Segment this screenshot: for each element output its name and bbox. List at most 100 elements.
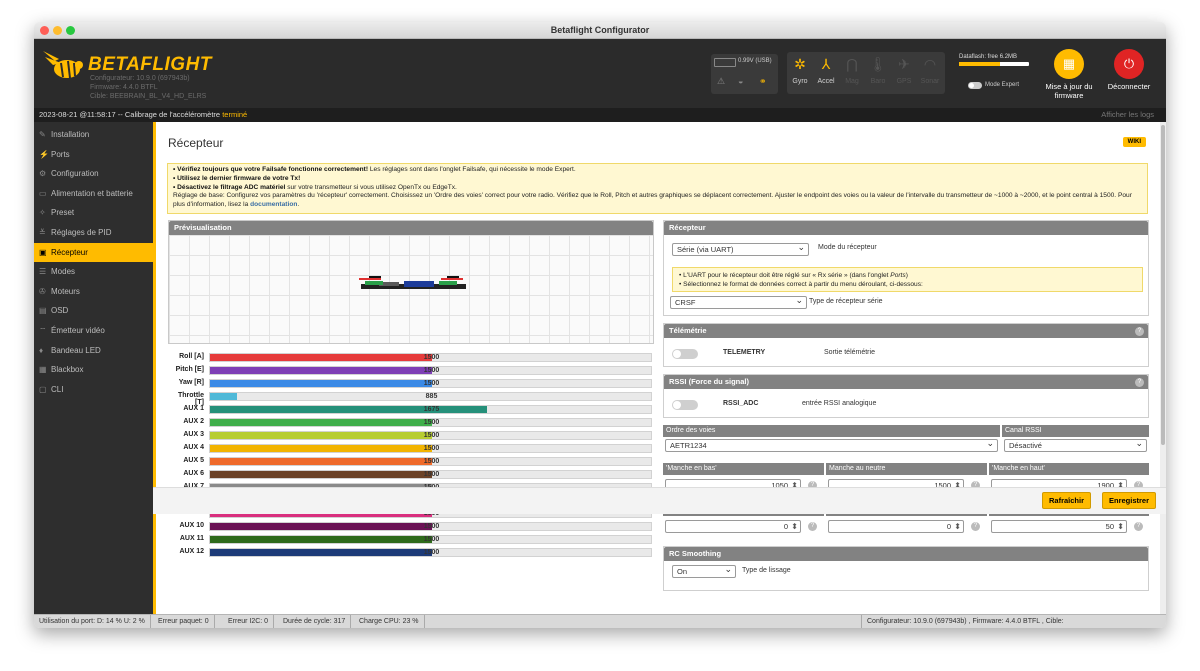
throttle-deadband-input[interactable]: 50 [991,520,1127,533]
channel-value: 1500 [423,432,440,439]
channel-bar: 1500 [209,353,652,362]
dataflash-label: Dataflash: free 6.2MB [959,54,1018,60]
scroll-thumb[interactable] [1161,125,1165,445]
channel-bar: 1500 [209,431,652,440]
sidebar-item-label: Réglages de PID [51,227,112,237]
sidebar-item-label: Installation [51,130,90,139]
sidebar-item-label: Blackbox [51,365,84,375]
telemetry-toggle[interactable] [672,349,698,359]
channel-bar: 885 [209,392,652,401]
channel-bar-fill [210,393,237,400]
receiver-panel-title: Récepteur [664,221,1148,235]
wrench-icon: ✎ [39,130,46,139]
channel-label: AUX 2 [183,418,204,425]
smoothing-type-select[interactable]: On [672,564,736,578]
channel-bar: 1500 [209,457,652,466]
sensor-label: Baro [870,78,886,85]
channel-bar-fill [210,458,432,465]
sidebar-item-configuration[interactable]: ⚙ Configuration [34,164,153,184]
update-firmware-label: Mise à jour du firmware [1045,82,1093,100]
sidebar-item-label: Moteurs [51,286,80,296]
channel-row: Roll [A] 1500 [168,351,654,364]
sensor-mag: ⋂ Mag [839,52,865,94]
log-highlight: terminé [222,110,248,119]
update-firmware-button[interactable]: ▦ Mise à jour du firmware [1039,49,1099,100]
channel-map-select[interactable]: AETR1234 [665,438,998,452]
help-icon[interactable]: ? [1134,522,1143,531]
yaw-deadband-input[interactable]: 0 [828,520,964,533]
channel-bar-fill [210,549,432,556]
channel-bar: 1500 [209,418,652,427]
channel-map-label: Ordre des voies [663,425,1000,437]
sidebar-item-installation[interactable]: ✎ Installation [34,125,153,145]
battery-panel: 0.99V (USB) ⚠ ◒ ⚭ [711,54,778,94]
note-firmware-warning: • Utilisez le dernier firmware de votre … [173,174,301,182]
channel-bar: 1675 [209,405,652,414]
channel-label: Roll [A] [179,353,204,360]
sidebar-item-led[interactable]: ♦ Bandeau LED [34,341,153,361]
rssi-channel-select[interactable]: Désactivé [1004,438,1147,452]
wiki-button[interactable]: WIKI [1122,137,1146,147]
gear-icon: ⚙ [39,169,47,179]
version-info: Configurateur: 10.9.0 (697943b) , Firmwa… [861,615,1166,628]
disconnect-button[interactable]: ⏻ Déconnecter [1104,49,1154,91]
title-bar: Betaflight Configurator [34,22,1166,39]
sensor-status: ✲ Gyro ⅄ Accel ⋂ Mag 🌡 Baro ✈ GPS ◠ Sonar [787,52,945,94]
rssi-channel-label: Canal RSSI [1002,425,1149,437]
rc-deadband-input[interactable]: 0 [665,520,801,533]
sidebar-item-osd[interactable]: ▤ OSD [34,301,153,321]
rssi-adc-toggle[interactable] [672,400,698,410]
sidebar-item-vtx[interactable]: ⌔ Émetteur vidéo [34,321,153,341]
channel-value: 1675 [423,406,440,413]
model-preview[interactable] [169,235,653,343]
usb-disconnect-icon: ⏻ [1114,49,1144,79]
channel-label: Yaw [R] [178,379,204,386]
stick-max-label: 'Manche en haut' [989,463,1149,475]
sidebar-item-cli[interactable]: ▢ CLI [34,380,153,400]
channel-row: AUX 1 1675 [168,403,654,416]
help-icon[interactable]: ? [808,522,817,531]
board-target: Cible: BEEBRAIN_BL_V4_HD_ELRS [90,93,207,100]
gyro-icon: ✲ [794,56,806,72]
sidebar-item-ports[interactable]: ⚡ Ports [34,145,153,165]
note-text: sur votre transmetteur si vous utilisez … [285,183,457,191]
help-icon[interactable]: ? [971,522,980,531]
cli-icon: ▢ [39,384,47,394]
channel-row: AUX 3 1500 [168,429,654,442]
sidebar-item-pid[interactable]: ≚ Réglages de PID [34,223,153,243]
sidebar-item-power[interactable]: ▭ Alimentation et batterie [34,184,153,204]
channel-value: 1500 [423,458,440,465]
rssi-feature-desc: entrée RSSI analogique [802,400,877,407]
warning-icon: ⚠ [717,76,726,86]
documentation-link[interactable]: documentation [250,201,297,208]
channel-label: AUX 11 [179,535,204,542]
sidebar-item-modes[interactable]: ☰ Modes [34,262,153,282]
preview-panel: Prévisualisation [168,220,654,344]
channel-value: 1500 [423,523,440,530]
sidebar-item-preset[interactable]: ✧ Preset [34,203,153,223]
save-button[interactable]: Enregistrer [1102,492,1157,509]
refresh-button[interactable]: Rafraîchir [1042,492,1092,509]
help-icon[interactable]: ? [1135,378,1144,387]
sidebar-item-label: Preset [51,208,75,218]
show-logs-link[interactable]: Afficher les logs [1101,108,1154,122]
channel-value: 1500 [423,419,440,426]
receiver-note-text: • Sélectionnez le format de données corr… [679,281,923,288]
magic-icon: ✧ [39,208,46,218]
channel-row: AUX 10 1500 [168,520,654,533]
osd-icon: ▤ [39,306,47,316]
sidebar-item-motors[interactable]: ✇ Moteurs [34,282,153,302]
channel-bar: 1500 [209,444,652,453]
bee-logo-icon [43,51,83,79]
receiver-mode-select[interactable]: Série (via UART) [672,242,809,256]
channel-label: AUX 6 [183,470,204,477]
serial-provider-select[interactable]: CRSF [670,295,807,309]
main-scrollbar[interactable] [1160,122,1166,614]
sidebar-item-receiver[interactable]: ▣ Récepteur [34,242,153,263]
stick-min-label: 'Manche en bas' [663,463,824,475]
help-icon[interactable]: ? [1135,327,1144,336]
sidebar-item-blackbox[interactable]: ▦ Blackbox [34,360,153,380]
expert-mode-toggle[interactable] [968,82,982,89]
channel-value: 1500 [423,367,440,374]
serial-provider-label: Type de récepteur série [809,298,883,305]
